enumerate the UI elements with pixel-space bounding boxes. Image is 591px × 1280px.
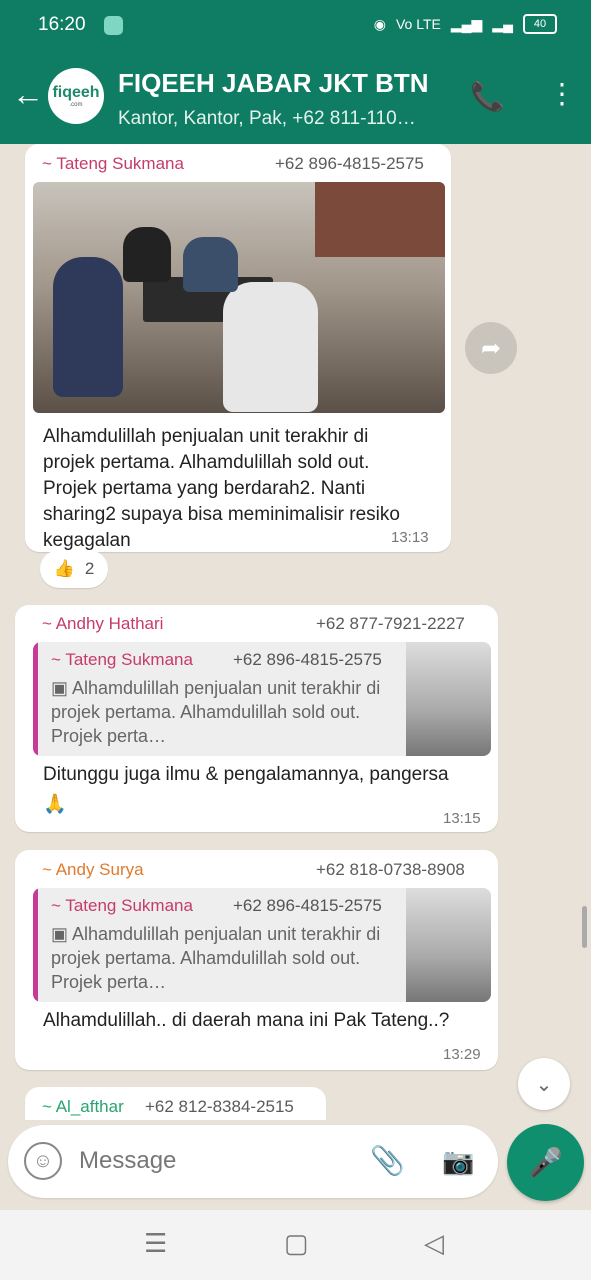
photo-person: [123, 227, 171, 282]
message-phone: +62 818-0738-8908: [316, 860, 465, 879]
reaction-count: 2: [84, 559, 95, 578]
quote-thumbnail: [406, 642, 491, 756]
quote-text-content: Alhamdulillah penjualan unit terakhir di…: [51, 924, 381, 992]
chat-title[interactable]: FIQEEH JABAR JKT BTN: [118, 68, 429, 99]
mic-icon[interactable]: 🎤: [507, 1124, 584, 1201]
image-icon: ▣: [51, 678, 73, 698]
quote-text-content: Alhamdulillah penjualan unit terakhir di…: [51, 678, 381, 746]
photo-person: [223, 282, 318, 412]
quote-thumbnail: [406, 888, 491, 1002]
add-call-icon[interactable]: 📞: [470, 80, 505, 113]
message-text: Alhamdulillah penjualan unit terakhir di…: [43, 426, 400, 551]
group-avatar[interactable]: fiqeeh .com: [48, 68, 104, 124]
scrollbar[interactable]: [582, 906, 587, 948]
message-sender[interactable]: ~ Andy Surya: [42, 860, 144, 880]
image-icon: ▣: [51, 924, 73, 944]
quoted-message[interactable]: ~ Tateng Sukmana +62 896-4815-2575 ▣ Alh…: [33, 642, 491, 756]
quote-text: ▣ Alhamdulillah penjualan unit terakhir …: [51, 676, 401, 748]
message-text: Ditunggu juga ilmu & pengalamannya, pang…: [43, 764, 449, 785]
message-sender[interactable]: ~ Tateng Sukmana: [42, 154, 184, 174]
photo-person: [183, 237, 238, 292]
scroll-down-button[interactable]: ⌄: [518, 1058, 570, 1110]
status-bar: 16:20 ◉ Vo LTE ▂▄▆ ▂▄ 40: [0, 0, 591, 52]
signal-icon: ▂▄▆: [450, 15, 483, 32]
reaction-badge[interactable]: 👍 2: [40, 550, 108, 588]
message-phone: +62 896-4815-2575: [275, 154, 424, 173]
quote-phone: +62 896-4815-2575: [233, 650, 382, 669]
battery-icon: 40: [523, 14, 557, 34]
quote-text: ▣ Alhamdulillah penjualan unit terakhir …: [51, 922, 401, 994]
forward-icon[interactable]: ➦: [465, 322, 517, 374]
more-vertical-icon[interactable]: ⋮: [548, 80, 576, 108]
recents-icon[interactable]: ☰: [144, 1228, 167, 1259]
message-input[interactable]: Message: [79, 1147, 176, 1175]
message-composer[interactable]: ☺ Message 📎 📷: [8, 1125, 498, 1198]
message-time: 13:15: [443, 810, 481, 827]
message-photo[interactable]: [33, 182, 445, 413]
chat-header: ← fiqeeh .com FIQEEH JABAR JKT BTN Kanto…: [0, 52, 591, 144]
signal-icon-2: ▂▄: [492, 15, 513, 32]
emoji-icon[interactable]: ☺: [24, 1142, 62, 1180]
message-text: Alhamdulillah.. di daerah mana ini Pak T…: [43, 1010, 450, 1031]
quote-phone: +62 896-4815-2575: [233, 896, 382, 915]
message-sender[interactable]: ~ Al_afthar: [42, 1097, 124, 1117]
wifi-icon: ◉: [373, 15, 386, 32]
photo-person: [53, 257, 123, 397]
camera-icon[interactable]: 📷: [442, 1146, 474, 1177]
chat-subtitle[interactable]: Kantor, Kantor, Pak, +62 811-110…: [118, 108, 416, 130]
message-time: 13:29: [443, 1046, 481, 1063]
network-label: Vo LTE: [395, 16, 441, 32]
message-sender[interactable]: ~ Andhy Hathari: [42, 614, 163, 634]
quote-bar: [33, 642, 38, 756]
status-icons: ◉ Vo LTE ▂▄▆ ▂▄ 40: [374, 14, 557, 34]
message-phone: +62 877-7921-2227: [316, 614, 465, 633]
quoted-message[interactable]: ~ Tateng Sukmana +62 896-4815-2575 ▣ Alh…: [33, 888, 491, 1002]
avatar-label: fiqeeh: [52, 84, 100, 101]
message-time: 13:13: [391, 529, 429, 546]
avatar-sublabel: .com: [69, 102, 83, 108]
message-phone: +62 812-8384-2515: [145, 1097, 294, 1116]
system-nav-bar: ☰ ▢ ◁: [0, 1210, 591, 1280]
status-time: 16:20: [38, 14, 86, 35]
message-list[interactable]: ~ Tateng Sukmana +62 896-4815-2575 Alham…: [0, 144, 591, 1120]
quote-sender: ~ Tateng Sukmana: [51, 896, 193, 915]
thumbs-up-icon: 👍: [53, 559, 75, 578]
attach-icon[interactable]: 📎: [370, 1144, 405, 1177]
home-icon[interactable]: ▢: [284, 1228, 309, 1259]
quote-sender: ~ Tateng Sukmana: [51, 650, 193, 669]
photo-wall: [315, 182, 445, 257]
pray-emoji: 🙏: [43, 794, 67, 815]
quote-bar: [33, 888, 38, 1002]
notification-icon: [104, 16, 123, 35]
back-icon[interactable]: ◁: [424, 1228, 444, 1259]
back-arrow-icon[interactable]: ←: [12, 78, 44, 110]
